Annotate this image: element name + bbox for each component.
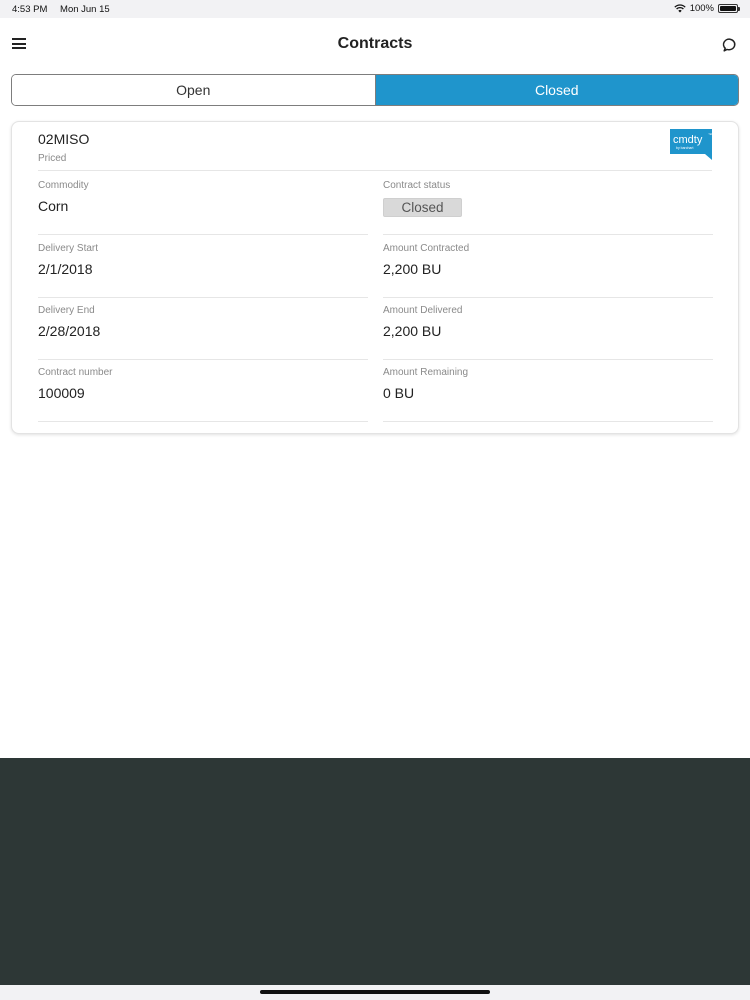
status-badge: Closed: [383, 198, 462, 217]
delivery-end-value: 2/28/2018: [38, 323, 101, 339]
cmdty-logo: cmdty ™ by barchart: [670, 129, 712, 160]
tab-open[interactable]: Open: [12, 75, 375, 105]
commodity-value: Corn: [38, 198, 69, 214]
bottom-panel: [0, 758, 750, 985]
status-date: Mon Jun 15: [60, 4, 110, 15]
delivery-start-label: Delivery Start: [38, 243, 99, 254]
chat-bubble-icon[interactable]: [722, 37, 738, 53]
battery-icon: [718, 4, 740, 13]
contract-card[interactable]: 02MISO Priced cmdty ™ by barchart Commod…: [11, 121, 739, 434]
field-amount-delivered: Amount Delivered 2,200 BU: [383, 298, 713, 360]
contract-status-label: Contract status: [383, 180, 451, 191]
tab-closed[interactable]: Closed: [374, 75, 738, 105]
svg-text:by barchart: by barchart: [676, 146, 694, 150]
field-delivery-end: Delivery End 2/28/2018: [38, 298, 368, 360]
amount-delivered-value: 2,200 BU: [383, 323, 442, 339]
delivery-end-label: Delivery End: [38, 305, 95, 316]
status-bar: 4:53 PM Mon Jun 15 100%: [0, 0, 750, 18]
commodity-label: Commodity: [38, 180, 89, 191]
field-amount-remaining: Amount Remaining 0 BU: [383, 360, 713, 422]
battery-percent: 100%: [689, 3, 714, 14]
contract-id: 02MISO: [38, 131, 90, 147]
wifi-icon: [674, 4, 686, 13]
delivery-start-value: 2/1/2018: [38, 261, 93, 277]
contract-number-label: Contract number: [38, 367, 113, 378]
status-right: 100%: [674, 3, 740, 14]
app-header: Contracts: [0, 18, 750, 72]
svg-text:cmdty: cmdty: [673, 134, 703, 146]
contract-card-header: 02MISO Priced: [38, 122, 712, 171]
battery-level: [720, 6, 736, 11]
field-contract-status: Contract status Closed: [383, 173, 713, 235]
page-title: Contracts: [337, 35, 413, 52]
contract-number-value: 100009: [38, 385, 85, 401]
field-delivery-start: Delivery Start 2/1/2018: [38, 236, 368, 298]
svg-text:™: ™: [708, 132, 712, 137]
contract-status-tabs: Open Closed: [11, 74, 739, 106]
amount-contracted-value: 2,200 BU: [383, 261, 442, 277]
field-contract-number: Contract number 100009: [38, 360, 368, 422]
field-amount-contracted: Amount Contracted 2,200 BU: [383, 236, 713, 298]
status-left: 4:53 PM Mon Jun 15: [12, 4, 110, 15]
field-commodity: Commodity Corn: [38, 173, 368, 235]
amount-contracted-label: Amount Contracted: [383, 243, 470, 254]
contract-type: Priced: [38, 153, 67, 164]
amount-remaining-value: 0 BU: [383, 385, 415, 401]
status-time: 4:53 PM: [12, 4, 48, 15]
home-indicator[interactable]: [260, 990, 490, 994]
amount-remaining-label: Amount Remaining: [383, 367, 469, 378]
amount-delivered-label: Amount Delivered: [383, 305, 463, 316]
